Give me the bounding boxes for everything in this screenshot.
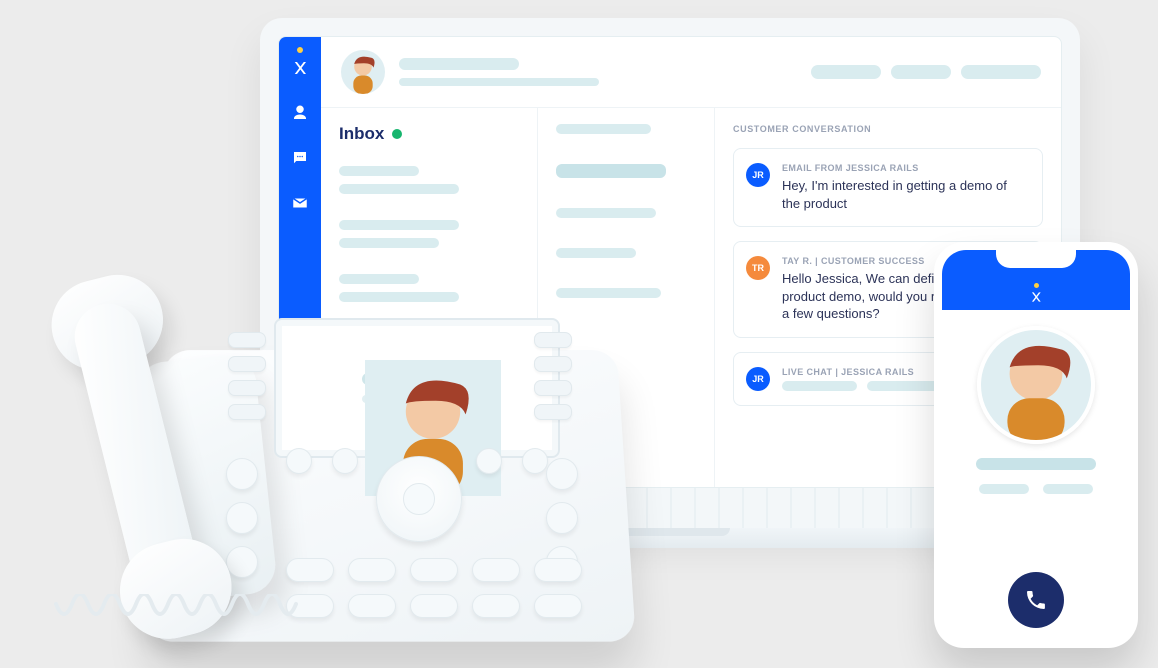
phone-icon [1024, 588, 1048, 612]
smartphone-screen [942, 250, 1130, 640]
dialpad-key[interactable] [348, 594, 396, 618]
sender-badge: JR [746, 367, 770, 391]
brand-dot-icon [297, 47, 303, 53]
marketing-device-composite: Inbox [0, 0, 1158, 668]
call-meta-placeholder [960, 484, 1112, 494]
softkey-button[interactable] [228, 380, 266, 396]
app-topbar [321, 37, 1061, 108]
softkey-button[interactable] [534, 332, 572, 348]
function-row [286, 448, 358, 474]
caller-avatar [292, 360, 348, 416]
topbar-actions [811, 65, 1041, 79]
message-card[interactable]: JR EMAIL FROM JESSICA RAILS Hey, I'm int… [733, 148, 1043, 227]
call-button[interactable] [1008, 572, 1064, 628]
conversation-section-label: CUSTOMER CONVERSATION [733, 124, 1043, 134]
sender-badge: JR [746, 163, 770, 187]
dialpad-key[interactable] [472, 558, 520, 582]
phone-call-screen [942, 310, 1130, 640]
smartphone-device [934, 242, 1138, 648]
thread-item[interactable] [556, 164, 666, 178]
softkey-button[interactable] [534, 404, 572, 420]
inbox-title: Inbox [339, 124, 384, 144]
dialpad-key[interactable] [410, 558, 458, 582]
inbox-heading: Inbox [339, 124, 519, 144]
dialpad-key[interactable] [534, 558, 582, 582]
softkey-button[interactable] [534, 380, 572, 396]
softkey-button[interactable] [228, 356, 266, 372]
topbar-action-placeholder[interactable] [891, 65, 951, 79]
function-button[interactable] [476, 448, 502, 474]
topbar-action-placeholder[interactable] [961, 65, 1041, 79]
nav-dpad[interactable] [376, 456, 462, 542]
status-online-icon [392, 129, 402, 139]
softkey-button[interactable] [534, 356, 572, 372]
brand-logo-icon [291, 59, 309, 82]
function-row [476, 448, 548, 474]
current-user-avatar[interactable] [341, 50, 385, 94]
phone-notch [996, 250, 1076, 268]
function-button[interactable] [286, 448, 312, 474]
desk-phone-device [26, 238, 636, 658]
message-text: Hey, I'm interested in getting a demo of… [782, 177, 1026, 212]
handset[interactable] [16, 261, 275, 644]
email-nav-icon[interactable] [291, 194, 309, 217]
thread-item[interactable] [556, 124, 651, 134]
brand-logo [1029, 283, 1043, 304]
softkey-button[interactable] [228, 332, 266, 348]
line-key-button[interactable] [546, 502, 578, 534]
sender-badge: TR [746, 256, 770, 280]
inbox-item[interactable] [339, 166, 519, 194]
dialpad-key[interactable] [534, 594, 582, 618]
messages-nav-icon[interactable] [291, 149, 309, 172]
dialpad-key[interactable] [472, 594, 520, 618]
caller-name-placeholder [976, 458, 1096, 470]
caller-avatar [977, 326, 1095, 444]
dialpad-key[interactable] [410, 594, 458, 618]
softkey-button[interactable] [228, 404, 266, 420]
message-meta: EMAIL FROM JESSICA RAILS [782, 163, 1026, 173]
topbar-title-placeholder [399, 58, 599, 86]
desk-phone-screen [274, 318, 560, 458]
function-button[interactable] [522, 448, 548, 474]
brand-dot-icon [1034, 283, 1039, 288]
topbar-action-placeholder[interactable] [811, 65, 881, 79]
contacts-nav-icon[interactable] [291, 104, 309, 127]
dialpad-key[interactable] [286, 558, 334, 582]
phone-cord [46, 594, 326, 654]
line-key-button[interactable] [546, 458, 578, 490]
thread-item[interactable] [556, 208, 656, 218]
function-button[interactable] [332, 448, 358, 474]
dialpad-key[interactable] [348, 558, 396, 582]
